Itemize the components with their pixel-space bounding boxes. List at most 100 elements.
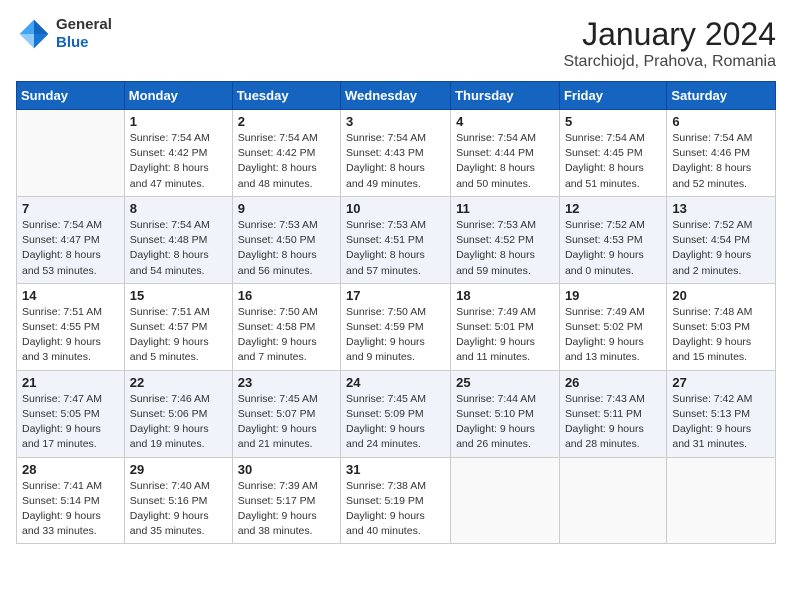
day-info: Sunrise: 7:54 AMSunset: 4:43 PMDaylight:… xyxy=(346,131,445,192)
page-title: January 2024 xyxy=(563,16,776,53)
calendar-cell: 9Sunrise: 7:53 AMSunset: 4:50 PMDaylight… xyxy=(232,196,340,283)
day-info: Sunrise: 7:53 AMSunset: 4:50 PMDaylight:… xyxy=(238,218,335,279)
day-info: Sunrise: 7:50 AMSunset: 4:59 PMDaylight:… xyxy=(346,305,445,366)
calendar-cell: 7 Sunrise: 7:54 AMSunset: 4:47 PMDaylight… xyxy=(17,196,125,283)
logo-icon xyxy=(16,16,52,52)
day-number: 3 xyxy=(346,114,445,129)
day-number: 1 xyxy=(130,114,227,129)
day-number: 25 xyxy=(456,375,554,390)
calendar-cell: 2 Sunrise: 7:54 AMSunset: 4:42 PMDaylight… xyxy=(232,110,340,197)
day-number: 12 xyxy=(565,201,661,216)
calendar-cell xyxy=(17,110,125,197)
calendar-week-row: 7 Sunrise: 7:54 AMSunset: 4:47 PMDaylight… xyxy=(17,196,776,283)
col-header-sunday: Sunday xyxy=(17,82,125,110)
calendar-cell: 4Sunrise: 7:54 AMSunset: 4:44 PMDaylight… xyxy=(451,110,560,197)
day-number: 11 xyxy=(456,201,554,216)
day-number: 27 xyxy=(672,375,770,390)
calendar-cell: 30 Sunrise: 7:39 AMSunset: 5:17 PMDayligh… xyxy=(232,457,340,544)
calendar-cell: 13 Sunrise: 7:52 AMSunset: 4:54 PMDayligh… xyxy=(667,196,776,283)
calendar-cell: 11 Sunrise: 7:53 AMSunset: 4:52 PMDayligh… xyxy=(451,196,560,283)
page-header: General Blue January 2024 Starchiojd, Pr… xyxy=(16,16,776,71)
day-number: 14 xyxy=(22,288,119,303)
calendar-cell: 23Sunrise: 7:45 AMSunset: 5:07 PMDayligh… xyxy=(232,370,340,457)
calendar-cell: 5 Sunrise: 7:54 AMSunset: 4:45 PMDaylight… xyxy=(559,110,666,197)
day-info: Sunrise: 7:49 AMSunset: 5:02 PMDaylight:… xyxy=(565,305,661,366)
calendar-cell: 31 Sunrise: 7:38 AMSunset: 5:19 PMDayligh… xyxy=(341,457,451,544)
day-info: Sunrise: 7:54 AMSunset: 4:47 PMDaylight:… xyxy=(22,218,119,279)
col-header-monday: Monday xyxy=(124,82,232,110)
day-info: Sunrise: 7:49 AMSunset: 5:01 PMDaylight:… xyxy=(456,305,554,366)
calendar-cell: 28Sunrise: 7:41 AMSunset: 5:14 PMDayligh… xyxy=(17,457,125,544)
day-info: Sunrise: 7:46 AMSunset: 5:06 PMDaylight:… xyxy=(130,392,227,453)
calendar-cell xyxy=(451,457,560,544)
day-number: 18 xyxy=(456,288,554,303)
day-number: 15 xyxy=(130,288,227,303)
day-info: Sunrise: 7:54 AMSunset: 4:44 PMDaylight:… xyxy=(456,131,554,192)
day-number: 22 xyxy=(130,375,227,390)
calendar-cell: 29Sunrise: 7:40 AMSunset: 5:16 PMDayligh… xyxy=(124,457,232,544)
calendar-cell: 20Sunrise: 7:48 AMSunset: 5:03 PMDayligh… xyxy=(667,283,776,370)
calendar-table: SundayMondayTuesdayWednesdayThursdayFrid… xyxy=(16,81,776,544)
day-info: Sunrise: 7:47 AMSunset: 5:05 PMDaylight:… xyxy=(22,392,119,453)
day-info: Sunrise: 7:54 AMSunset: 4:42 PMDaylight:… xyxy=(130,131,227,192)
calendar-cell: 22 Sunrise: 7:46 AMSunset: 5:06 PMDayligh… xyxy=(124,370,232,457)
day-info: Sunrise: 7:40 AMSunset: 5:16 PMDaylight:… xyxy=(130,479,227,540)
page-subtitle: Starchiojd, Prahova, Romania xyxy=(563,53,776,71)
day-number: 30 xyxy=(238,462,335,477)
calendar-cell: 3 Sunrise: 7:54 AMSunset: 4:43 PMDaylight… xyxy=(341,110,451,197)
day-info: Sunrise: 7:38 AMSunset: 5:19 PMDaylight:… xyxy=(346,479,445,540)
calendar-cell: 16 Sunrise: 7:50 AMSunset: 4:58 PMDayligh… xyxy=(232,283,340,370)
day-info: Sunrise: 7:51 AMSunset: 4:55 PMDaylight:… xyxy=(22,305,119,366)
col-header-tuesday: Tuesday xyxy=(232,82,340,110)
day-info: Sunrise: 7:54 AMSunset: 4:45 PMDaylight:… xyxy=(565,131,661,192)
day-info: Sunrise: 7:54 AMSunset: 4:48 PMDaylight:… xyxy=(130,218,227,279)
calendar-cell: 12 Sunrise: 7:52 AMSunset: 4:53 PMDayligh… xyxy=(559,196,666,283)
col-header-friday: Friday xyxy=(559,82,666,110)
calendar-cell: 15Sunrise: 7:51 AMSunset: 4:57 PMDayligh… xyxy=(124,283,232,370)
day-number: 28 xyxy=(22,462,119,477)
day-info: Sunrise: 7:53 AMSunset: 4:52 PMDaylight:… xyxy=(456,218,554,279)
calendar-week-row: 28Sunrise: 7:41 AMSunset: 5:14 PMDayligh… xyxy=(17,457,776,544)
day-info: Sunrise: 7:39 AMSunset: 5:17 PMDaylight:… xyxy=(238,479,335,540)
calendar-cell: 8Sunrise: 7:54 AMSunset: 4:48 PMDaylight… xyxy=(124,196,232,283)
calendar-cell: 21 Sunrise: 7:47 AMSunset: 5:05 PMDayligh… xyxy=(17,370,125,457)
calendar-cell: 18 Sunrise: 7:49 AMSunset: 5:01 PMDayligh… xyxy=(451,283,560,370)
title-block: January 2024 Starchiojd, Prahova, Romani… xyxy=(563,16,776,71)
col-header-wednesday: Wednesday xyxy=(341,82,451,110)
day-number: 7 xyxy=(22,201,119,216)
calendar-cell: 17 Sunrise: 7:50 AMSunset: 4:59 PMDayligh… xyxy=(341,283,451,370)
day-info: Sunrise: 7:54 AMSunset: 4:42 PMDaylight:… xyxy=(238,131,335,192)
calendar-week-row: 14 Sunrise: 7:51 AMSunset: 4:55 PMDayligh… xyxy=(17,283,776,370)
calendar-cell: 6Sunrise: 7:54 AMSunset: 4:46 PMDaylight… xyxy=(667,110,776,197)
day-number: 13 xyxy=(672,201,770,216)
day-number: 23 xyxy=(238,375,335,390)
day-info: Sunrise: 7:52 AMSunset: 4:53 PMDaylight:… xyxy=(565,218,661,279)
day-number: 2 xyxy=(238,114,335,129)
calendar-week-row: 21 Sunrise: 7:47 AMSunset: 5:05 PMDayligh… xyxy=(17,370,776,457)
day-info: Sunrise: 7:53 AMSunset: 4:51 PMDaylight:… xyxy=(346,218,445,279)
day-number: 19 xyxy=(565,288,661,303)
day-number: 31 xyxy=(346,462,445,477)
day-info: Sunrise: 7:43 AMSunset: 5:11 PMDaylight:… xyxy=(565,392,661,453)
calendar-cell: 25 Sunrise: 7:44 AMSunset: 5:10 PMDayligh… xyxy=(451,370,560,457)
day-number: 17 xyxy=(346,288,445,303)
day-number: 16 xyxy=(238,288,335,303)
calendar-cell: 27 Sunrise: 7:42 AMSunset: 5:13 PMDayligh… xyxy=(667,370,776,457)
calendar-cell xyxy=(667,457,776,544)
day-info: Sunrise: 7:50 AMSunset: 4:58 PMDaylight:… xyxy=(238,305,335,366)
logo: General Blue xyxy=(16,16,112,52)
day-number: 5 xyxy=(565,114,661,129)
day-number: 20 xyxy=(672,288,770,303)
calendar-cell: 24Sunrise: 7:45 AMSunset: 5:09 PMDayligh… xyxy=(341,370,451,457)
day-info: Sunrise: 7:52 AMSunset: 4:54 PMDaylight:… xyxy=(672,218,770,279)
day-info: Sunrise: 7:42 AMSunset: 5:13 PMDaylight:… xyxy=(672,392,770,453)
day-info: Sunrise: 7:44 AMSunset: 5:10 PMDaylight:… xyxy=(456,392,554,453)
calendar-cell: 26Sunrise: 7:43 AMSunset: 5:11 PMDayligh… xyxy=(559,370,666,457)
logo-text: General Blue xyxy=(56,16,112,52)
day-number: 6 xyxy=(672,114,770,129)
day-number: 21 xyxy=(22,375,119,390)
col-header-thursday: Thursday xyxy=(451,82,560,110)
calendar-cell: 19 Sunrise: 7:49 AMSunset: 5:02 PMDayligh… xyxy=(559,283,666,370)
day-number: 10 xyxy=(346,201,445,216)
calendar-cell: 1 Sunrise: 7:54 AMSunset: 4:42 PMDaylight… xyxy=(124,110,232,197)
